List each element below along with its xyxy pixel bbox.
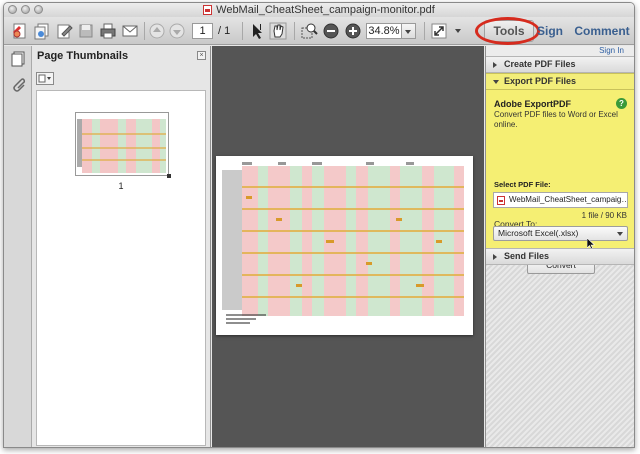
section-label: Send Files: [504, 251, 550, 261]
select-file-label: Select PDF File:: [494, 180, 551, 189]
document-page: [216, 156, 473, 335]
edit-document-icon[interactable]: [54, 21, 74, 41]
tab-tools[interactable]: Tools: [484, 20, 534, 42]
export-pdf-panel: Adobe ExportPDF ? Convert PDF files to W…: [486, 90, 634, 274]
print-icon[interactable]: [98, 21, 118, 41]
save-icon[interactable]: [76, 21, 96, 41]
tools-pane: Sign In Create PDF Files Export PDF File…: [485, 46, 634, 447]
toolbar-separator: [242, 22, 243, 40]
pdf-file-icon: [203, 5, 213, 15]
toolbar-separator: [294, 22, 295, 40]
zoom-window-button[interactable]: [34, 5, 43, 14]
thumbnails-list: 1: [36, 90, 206, 446]
selected-file-name: WebMail_CheatSheet_campaig…: [509, 195, 628, 204]
create-pdf-icon[interactable]: [10, 21, 30, 41]
marquee-zoom-icon[interactable]: [300, 21, 318, 41]
previous-page-icon[interactable]: [148, 21, 166, 41]
section-export-pdf-files[interactable]: Export PDF Files: [486, 73, 634, 90]
toolbar-separator: [424, 22, 425, 40]
thumbnail-resize-handle[interactable]: [167, 174, 171, 178]
attachments-paperclip-icon[interactable]: [10, 77, 26, 93]
fit-page-icon[interactable]: [430, 21, 448, 41]
window-controls: [8, 5, 43, 14]
chevron-down-icon: [617, 232, 623, 236]
next-page-icon[interactable]: [168, 21, 186, 41]
page-thumbnail[interactable]: [75, 112, 169, 176]
export-service-title: Adobe ExportPDF: [494, 99, 572, 109]
title-bar: WebMail_CheatSheet_campaign-monitor.pdf: [4, 3, 634, 17]
zoom-level-input[interactable]: 34.8%: [366, 23, 402, 39]
help-icon[interactable]: ?: [616, 98, 627, 109]
thumbnails-header: Page Thumbnails: [37, 50, 129, 62]
email-icon[interactable]: [120, 21, 140, 41]
expand-triangle-icon: [493, 254, 497, 260]
section-label: Export PDF Files: [504, 76, 577, 86]
thumbnail-page-label: 1: [118, 181, 124, 191]
tab-sign[interactable]: Sign: [536, 20, 564, 42]
close-panel-icon[interactable]: ×: [197, 51, 206, 60]
minimize-window-button[interactable]: [21, 5, 30, 14]
collapse-triangle-icon: [493, 80, 499, 84]
tab-comment[interactable]: Comment: [572, 20, 632, 42]
expand-triangle-icon: [493, 62, 497, 68]
sign-in-link[interactable]: Sign In: [486, 46, 634, 56]
main-toolbar: 1 / 1 34.8% Tools Sign Comment: [4, 17, 634, 45]
document-view[interactable]: [212, 46, 484, 447]
page-thumbnails-panel: Page Thumbnails × 1: [32, 46, 211, 447]
zoom-dropdown-button[interactable]: [402, 23, 416, 39]
page-total: / 1: [218, 25, 231, 37]
hand-tool-icon[interactable]: [268, 21, 288, 41]
combine-files-icon[interactable]: [32, 21, 52, 41]
window-title: WebMail_CheatSheet_campaign-monitor.pdf: [216, 4, 435, 16]
page-thumbnails-icon[interactable]: [10, 51, 26, 67]
section-send-files[interactable]: Send Files: [486, 248, 634, 265]
section-create-pdf-files[interactable]: Create PDF Files: [486, 56, 634, 73]
toolbar-options-icon[interactable]: [452, 21, 464, 41]
section-label: Create PDF Files: [504, 59, 576, 69]
file-size-info: 1 file / 90 KB: [581, 211, 627, 220]
toolbar-separator: [144, 22, 145, 40]
pdf-file-icon: [497, 196, 505, 205]
convert-format-value: Microsoft Excel(.xlsx): [498, 228, 579, 238]
selected-file-field[interactable]: WebMail_CheatSheet_campaig…: [493, 192, 628, 208]
export-description: Convert PDF files to Word or Excel onlin…: [494, 110, 618, 129]
page-number-input[interactable]: 1: [192, 23, 213, 39]
acrobat-window: WebMail_CheatSheet_campaign-monitor.pdf …: [3, 2, 635, 448]
select-cursor-icon[interactable]: [248, 21, 266, 41]
close-window-button[interactable]: [8, 5, 17, 14]
zoom-out-icon[interactable]: [322, 21, 340, 41]
navigation-pane-strip: [4, 46, 32, 447]
zoom-in-icon[interactable]: [344, 21, 362, 41]
thumbnail-options-button[interactable]: [36, 72, 54, 85]
convert-format-select[interactable]: Microsoft Excel(.xlsx): [493, 226, 628, 241]
